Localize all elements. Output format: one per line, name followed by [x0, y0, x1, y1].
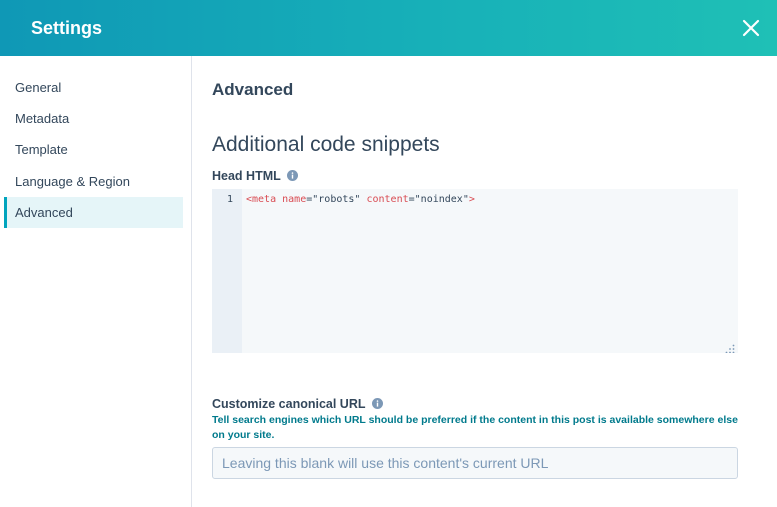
canonical-url-input[interactable] — [212, 447, 738, 479]
page-title: Advanced — [212, 80, 294, 99]
canonical-url-label: Customize canonical URL — [212, 396, 383, 413]
code-value-noindex: "noindex" — [414, 194, 469, 205]
settings-title: Settings — [31, 18, 103, 38]
code-line[interactable]: <meta name="robots" content="noindex"> — [246, 194, 475, 206]
code-attr-name: name — [282, 194, 307, 205]
code-attr-content: content — [366, 194, 409, 205]
head-html-code-editor[interactable]: 1 <meta name="robots" content="noindex"> — [212, 189, 738, 353]
sidebar-item-advanced[interactable]: Advanced — [4, 197, 183, 228]
resize-handle-icon[interactable] — [725, 341, 735, 353]
sidebar-item-language-region[interactable]: Language & Region — [4, 166, 183, 197]
head-html-label: Head HTML — [212, 168, 298, 185]
code-tag-close: > — [468, 194, 475, 205]
close-icon — [742, 19, 760, 37]
head-html-label-text: Head HTML — [212, 169, 281, 183]
sidebar-item-general[interactable]: General — [4, 72, 183, 103]
canonical-url-help: Tell search engines which URL should be … — [212, 414, 738, 441]
sidebar-item-metadata[interactable]: Metadata — [4, 103, 183, 134]
section-heading: Additional code snippets — [212, 133, 440, 156]
code-gutter: 1 — [212, 189, 242, 353]
canonical-url-label-text: Customize canonical URL — [212, 397, 366, 411]
close-button[interactable] — [739, 16, 763, 40]
code-tag-open: <meta — [246, 194, 277, 205]
settings-header: Settings — [0, 0, 777, 56]
line-number: 1 — [226, 194, 233, 205]
sidebar-item-template[interactable]: Template — [4, 134, 183, 165]
info-icon[interactable] — [371, 397, 383, 413]
settings-sidebar: General Metadata Template Language & Reg… — [0, 56, 192, 507]
info-icon[interactable] — [286, 169, 298, 185]
code-value-robots: "robots" — [312, 194, 361, 205]
